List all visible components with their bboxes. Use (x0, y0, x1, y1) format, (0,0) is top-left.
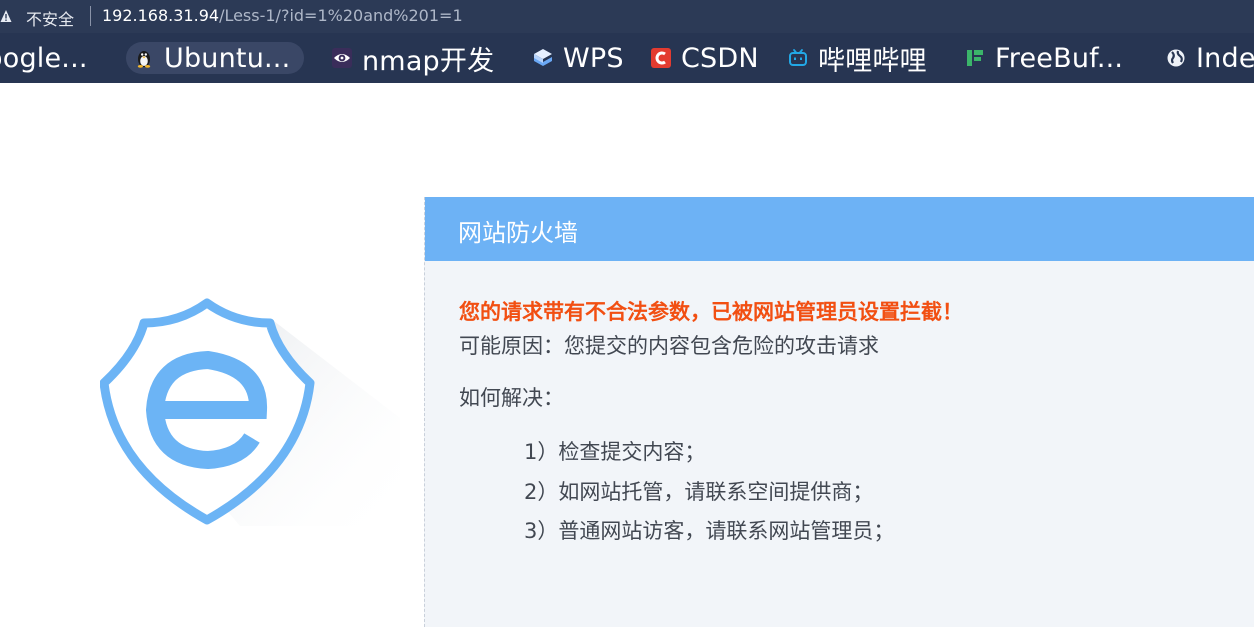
url-field[interactable]: 192.168.31.94/Less-1/?id=1%20and%201=1 (102, 6, 463, 25)
bookmark-bilibili[interactable]: 哔哩哔哩 (788, 42, 927, 77)
bookmark-index[interactable]: Inde (1166, 42, 1254, 74)
csdn-icon (651, 48, 671, 68)
url-path: /Less-1/?id=1%20and%201=1 (219, 6, 463, 25)
bookmarks-bar: oogle... Ubuntu... nmap开发 WPS (0, 33, 1254, 83)
globe-icon (1167, 49, 1185, 67)
tux-icon (137, 51, 151, 68)
url-host: 192.168.31.94 (102, 6, 220, 25)
bookmark-label: 哔哩哔哩 (818, 45, 927, 77)
bookmark-label: Ubuntu... (164, 42, 291, 74)
bookmark-freebuf[interactable]: FreeBuf... (965, 42, 1123, 74)
panel-header: 网站防火墙 (425, 197, 1254, 261)
bookmark-label: nmap开发 (362, 45, 495, 77)
divider (90, 6, 91, 26)
bookmark-label: oogle... (0, 42, 88, 74)
bookmark-csdn[interactable]: CSDN (651, 42, 759, 74)
bookmark-nmap[interactable]: nmap开发 (332, 42, 494, 77)
bookmark-ubuntu[interactable]: Ubuntu... (126, 42, 305, 74)
address-bar[interactable]: 不安全 192.168.31.94/Less-1/?id=1%20and%201… (0, 0, 1254, 33)
eye-icon (332, 48, 352, 68)
wps-icon (534, 49, 552, 66)
bookmark-label: WPS (563, 42, 624, 74)
reason-text: 可能原因：您提交的内容包含危险的攻击请求 (459, 334, 879, 358)
security-label[interactable]: 不安全 (26, 6, 74, 30)
solution-label: 如何解决： (459, 386, 564, 410)
freebuf-icon (967, 50, 983, 66)
block-message: 您的请求带有不合法参数，已被网站管理员设置拦截！ (459, 300, 963, 324)
shield-logo-icon (100, 298, 400, 526)
bookmark-label: Inde (1196, 42, 1254, 74)
solution-step: 2）如网站托管，请联系空间提供商； (524, 480, 874, 504)
bookmark-wps[interactable]: WPS (533, 42, 624, 74)
solution-step: 1）检查提交内容； (524, 440, 706, 464)
bookmark-label: FreeBuf... (995, 42, 1124, 74)
bilibili-icon (789, 49, 807, 66)
panel-title: 网站防火墙 (458, 219, 578, 247)
solution-step: 3）普通网站访客，请联系网站管理员； (524, 519, 895, 543)
bookmark-google[interactable]: oogle... (0, 42, 88, 74)
firewall-panel: 网站防火墙 您的请求带有不合法参数，已被网站管理员设置拦截！ 可能原因：您提交的… (424, 197, 1254, 627)
warning-icon[interactable] (0, 9, 12, 23)
bookmark-label: CSDN (681, 42, 759, 74)
